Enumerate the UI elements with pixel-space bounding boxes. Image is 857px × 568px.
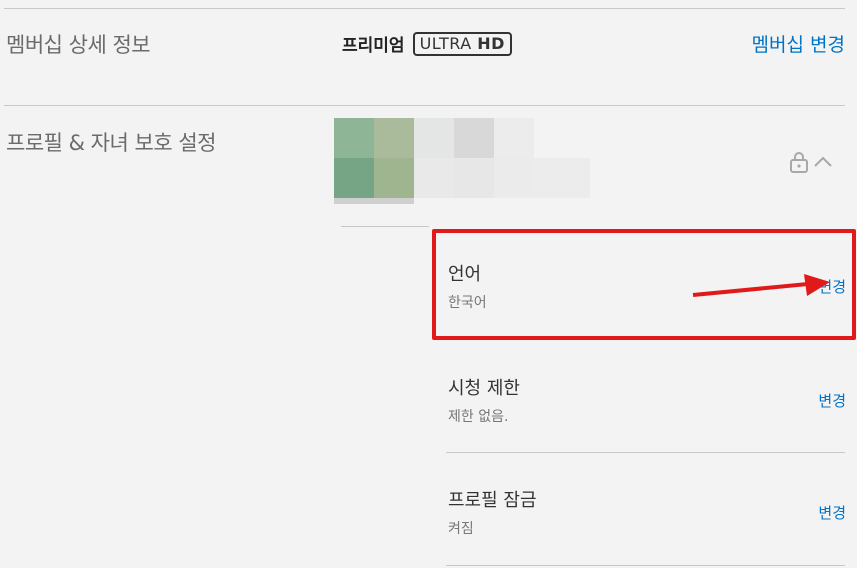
ultra-hd-badge: ULTRA HD (412, 31, 512, 56)
profile-avatar[interactable] (334, 118, 590, 204)
setting-row-profile-lock: 프로필 잠금 켜짐 변경 (446, 458, 846, 558)
profile-lock-change-link[interactable]: 변경 (818, 502, 846, 523)
profile-lock-value: 켜짐 (448, 521, 474, 537)
arrow-annotation (692, 274, 830, 297)
row-divider-2 (446, 452, 845, 453)
profile-toggle[interactable] (788, 151, 834, 177)
plan-info: 프리미엄 ULTRA HD (342, 31, 512, 56)
profile-header-divider (341, 226, 429, 227)
profile-section-title: 프로필 & 자녀 보호 설정 (6, 131, 216, 155)
viewing-restrictions-label: 시청 제한 (448, 378, 520, 399)
viewing-restrictions-value: 제한 없음. (448, 409, 509, 425)
setting-row-viewing-restrictions: 시청 제한 제한 없음. 변경 (446, 346, 846, 446)
membership-divider (4, 105, 845, 106)
plan-name: 프리미엄 (342, 36, 405, 56)
top-divider (4, 8, 845, 9)
badge-hd-text: HD (477, 33, 505, 53)
change-membership-link[interactable]: 멤버십 변경 (752, 30, 845, 57)
badge-ultra-text: ULTRA (419, 33, 472, 53)
membership-section-title: 멤버십 상세 정보 (6, 33, 151, 57)
viewing-restrictions-change-link[interactable]: 변경 (818, 390, 846, 411)
profile-lock-label: 프로필 잠금 (448, 490, 537, 511)
lock-icon (788, 151, 810, 177)
row-divider-3 (446, 565, 845, 566)
chevron-up-icon (812, 151, 834, 177)
account-page: 멤버십 상세 정보 프리미엄 ULTRA HD 멤버십 변경 프로필 & 자녀 … (0, 0, 857, 568)
